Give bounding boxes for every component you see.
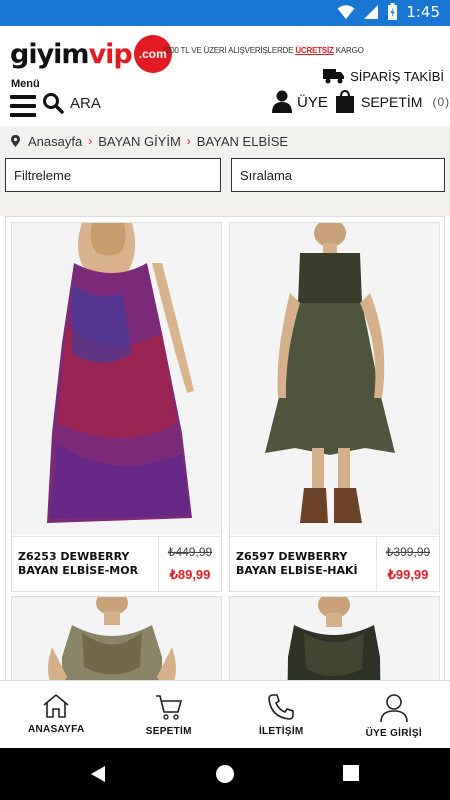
truck-icon [323, 69, 345, 84]
product-prices: ₺399,99 ₺99,99 [376, 537, 439, 591]
product-card[interactable]: Z6253 DEWBERRY BAYAN ELBİSE-MOR ₺449,99 … [11, 222, 222, 592]
product-card[interactable] [229, 596, 440, 685]
back-icon[interactable] [88, 764, 108, 784]
product-info: Z6597 DEWBERRY BAYAN ELBİSE-HAKİ ₺399,99… [230, 536, 439, 591]
product-card[interactable]: Z6597 DEWBERRY BAYAN ELBİSE-HAKİ ₺399,99… [229, 222, 440, 592]
wifi-icon [337, 5, 355, 19]
shipping-promo: *200 TL VE ÜZERİ ALIŞVERİŞLERDE ÜCRETSİZ… [163, 46, 364, 55]
shopping-bag-icon [336, 90, 354, 113]
system-navigation-bar [0, 748, 450, 800]
account-label: ÜYE [297, 93, 328, 111]
sale-price: ₺89,99 [169, 567, 211, 582]
cart-label: SEPETİM [361, 94, 423, 110]
breadcrumb-current[interactable]: BAYAN ELBİSE [197, 134, 288, 149]
product-image[interactable] [230, 597, 439, 685]
cart-button[interactable]: SEPETİM (0) [335, 90, 450, 114]
breadcrumb-home[interactable]: Anasayfa [28, 134, 82, 149]
home-icon [43, 693, 69, 718]
home-circle-icon[interactable] [215, 764, 235, 784]
nav-home[interactable]: ANASAYFA [0, 681, 113, 748]
phone-icon [268, 694, 295, 720]
battery-icon [388, 3, 398, 20]
cart-icon [155, 695, 182, 720]
bottom-navigation: ANASAYFA SEPETİM İLETİŞİM ÜYE GİRİŞİ [0, 680, 450, 748]
promo-highlight: ÜCRETSİZ [295, 46, 334, 55]
product-image[interactable] [12, 223, 221, 535]
breadcrumb-separator-icon: › [88, 134, 93, 148]
cart-count: (0) [432, 95, 450, 109]
logo-text-accent: vip [88, 38, 133, 70]
product-image[interactable] [12, 597, 221, 685]
order-tracking-label: SİPARİŞ TAKİBİ [350, 68, 444, 84]
breadcrumb-separator-icon: › [186, 134, 191, 148]
filter-button[interactable]: Filtreleme [5, 158, 221, 192]
logo-text: giyim [10, 38, 90, 70]
location-pin-icon [11, 135, 20, 147]
old-price: ₺449,99 [167, 545, 213, 559]
nav-contact-label: İLETİŞİM [258, 726, 304, 737]
user-icon [272, 90, 292, 113]
search-label: ARA [70, 94, 101, 112]
product-prices: ₺449,99 ₺89,99 [158, 537, 221, 591]
product-name[interactable]: Z6253 DEWBERRY BAYAN ELBİSE-MOR [18, 550, 156, 578]
status-bar: 1:45 [0, 0, 450, 26]
status-time: 1:45 [406, 3, 440, 21]
nav-home-label: ANASAYFA [28, 724, 85, 735]
nav-contact[interactable]: İLETİŞİM [225, 681, 338, 748]
filter-bar: Filtreleme Sıralama [0, 156, 450, 216]
breadcrumb-category[interactable]: BAYAN GİYİM [98, 134, 181, 149]
breadcrumb: Anasayfa › BAYAN GİYİM › BAYAN ELBİSE [0, 126, 450, 156]
product-grid: Z6253 DEWBERRY BAYAN ELBİSE-MOR ₺449,99 … [5, 216, 445, 686]
nav-login[interactable]: ÜYE GİRİŞİ [338, 681, 450, 748]
hamburger-menu-icon[interactable] [10, 95, 36, 117]
header: giyimvip .com *200 TL VE ÜZERİ ALIŞVERİŞ… [0, 26, 450, 126]
promo-prefix: *200 TL VE ÜZERİ ALIŞVERİŞLERDE [163, 46, 294, 55]
product-info: Z6253 DEWBERRY BAYAN ELBİSE-MOR ₺449,99 … [12, 536, 221, 591]
search-icon [43, 93, 64, 114]
order-tracking-link[interactable]: SİPARİŞ TAKİBİ [323, 68, 444, 84]
promo-suffix: KARGO [335, 46, 364, 55]
old-price: ₺399,99 [385, 545, 431, 559]
sale-price: ₺99,99 [387, 567, 429, 582]
search-button[interactable]: ARA [42, 92, 101, 114]
product-image[interactable] [230, 223, 439, 535]
recents-icon[interactable] [342, 764, 360, 782]
product-name[interactable]: Z6597 DEWBERRY BAYAN ELBİSE-HAKİ [236, 550, 374, 578]
site-logo[interactable]: giyimvip .com [10, 34, 172, 74]
product-card[interactable] [11, 596, 222, 685]
nav-login-label: ÜYE GİRİŞİ [365, 728, 422, 739]
nav-cart-label: SEPETİM [145, 726, 192, 737]
signal-icon [364, 5, 379, 19]
user-icon [379, 694, 408, 723]
menu-label: Menü [11, 78, 40, 90]
account-button[interactable]: ÜYE [271, 90, 328, 114]
nav-cart[interactable]: SEPETİM [113, 681, 226, 748]
sort-button[interactable]: Sıralama [231, 158, 445, 192]
